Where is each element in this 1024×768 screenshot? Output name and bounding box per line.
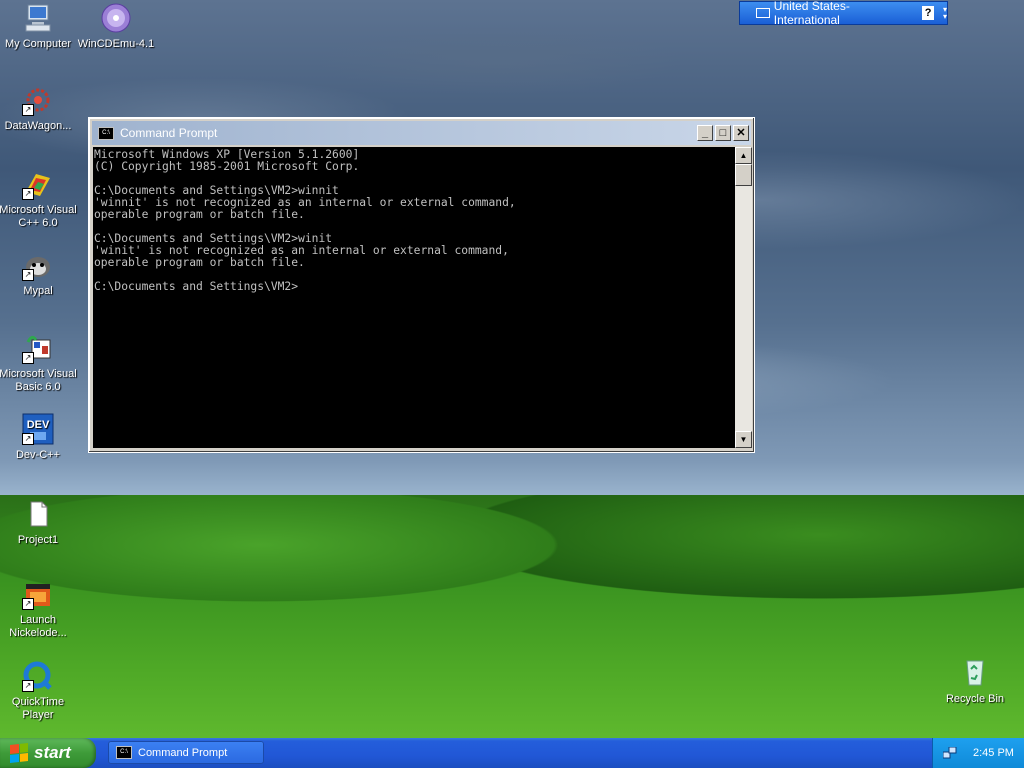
scroll-thumb[interactable]	[735, 164, 752, 186]
quicktime-icon: ↗	[22, 660, 54, 692]
window-titlebar[interactable]: C:\ Command Prompt _ □ ✕	[92, 121, 751, 145]
cd-emulator-icon	[100, 2, 132, 34]
mypal-icon: ↗	[22, 249, 54, 281]
recycle-bin-icon	[959, 655, 991, 687]
desktop-icon-visual-basic[interactable]: ↗ Microsoft Visual Basic 6.0	[0, 332, 78, 394]
visual-basic-icon: ↗	[22, 332, 54, 364]
scroll-up-button[interactable]: ▲	[735, 147, 752, 164]
taskbar: start C:\ Command Prompt 2:45 PM	[0, 738, 1024, 768]
desktop-icon-wincdemu[interactable]: WinCDEmu-4.1	[76, 2, 156, 51]
scroll-down-button[interactable]: ▼	[735, 431, 752, 448]
command-prompt-window[interactable]: C:\ Command Prompt _ □ ✕ Microsoft Windo…	[88, 117, 755, 453]
desktop-icon-project1[interactable]: Project1	[0, 498, 78, 547]
start-button[interactable]: start	[0, 738, 96, 768]
window-title: Command Prompt	[120, 126, 218, 140]
svg-text:DEV: DEV	[27, 419, 50, 431]
desktop-icon-dev-cpp[interactable]: DEV ↗ Dev-C++	[0, 413, 78, 462]
desktop-icon-label: My Computer	[4, 38, 72, 50]
desktop-icon-label: Microsoft Visual C++ 6.0	[0, 204, 77, 229]
network-icon[interactable]	[942, 746, 957, 759]
desktop-wallpaper-hills	[0, 495, 1024, 740]
desktop-icon-label: QuickTime Player	[11, 696, 65, 721]
vertical-scrollbar[interactable]: ▲ ▼	[735, 147, 752, 448]
desktop-icon-label: Microsoft Visual Basic 6.0	[0, 368, 77, 393]
desktop-icon-recycle-bin[interactable]: Recycle Bin	[940, 655, 1010, 705]
nickelodeon-icon: ↗	[22, 578, 54, 610]
taskbar-button-label: Command Prompt	[138, 746, 228, 759]
desktop-icon-label: Recycle Bin	[945, 693, 1005, 705]
language-bar-options-icon[interactable]: ▾ ▾	[943, 6, 947, 21]
desktop-icon-label: Launch Nickelode...	[9, 614, 67, 639]
my-computer-icon	[22, 2, 54, 34]
help-button[interactable]: ?	[922, 6, 934, 20]
language-bar[interactable]: United States-International ? ▾ ▾	[739, 0, 948, 27]
document-icon	[22, 498, 54, 530]
close-button[interactable]: ✕	[733, 125, 749, 141]
keyboard-icon	[756, 8, 770, 18]
minimize-button[interactable]: _	[697, 125, 713, 141]
desktop-icon-label: DataWagon...	[4, 120, 72, 132]
taskbar-button-command-prompt[interactable]: C:\ Command Prompt	[108, 741, 264, 764]
visual-cpp-icon: ↗	[22, 168, 54, 200]
desktop-icon-nickelodeon[interactable]: ↗ Launch Nickelode...	[0, 578, 78, 640]
desktop-icon-label: Dev-C++	[15, 449, 61, 461]
desktop-icon-quicktime[interactable]: ↗ QuickTime Player	[0, 660, 78, 722]
datawagon-icon: ↗	[22, 84, 54, 116]
desktop-icon-visual-cpp[interactable]: ↗ Microsoft Visual C++ 6.0	[0, 168, 78, 230]
system-tray: 2:45 PM	[932, 738, 1024, 768]
desktop-icon-label: WinCDEmu-4.1	[77, 38, 155, 50]
console-output[interactable]: Microsoft Windows XP [Version 5.1.2600] …	[93, 147, 735, 448]
desktop-icon-datawagon[interactable]: ↗ DataWagon...	[0, 84, 78, 133]
desktop-icon-mypal[interactable]: ↗ Mypal	[0, 249, 78, 298]
maximize-button[interactable]: □	[715, 125, 731, 141]
language-label[interactable]: United States-International	[774, 0, 913, 27]
cmd-icon: C:\	[116, 746, 132, 759]
desktop-icon-label: Project1	[17, 534, 59, 546]
windows-flag-icon	[10, 743, 28, 763]
clock[interactable]: 2:45 PM	[973, 747, 1014, 759]
dev-cpp-icon: DEV ↗	[22, 413, 54, 445]
desktop-icon-label: Mypal	[23, 285, 53, 297]
start-label: start	[34, 743, 71, 762]
cmd-icon: C:\	[98, 126, 114, 140]
desktop-icon-my-computer[interactable]: My Computer	[0, 2, 78, 51]
